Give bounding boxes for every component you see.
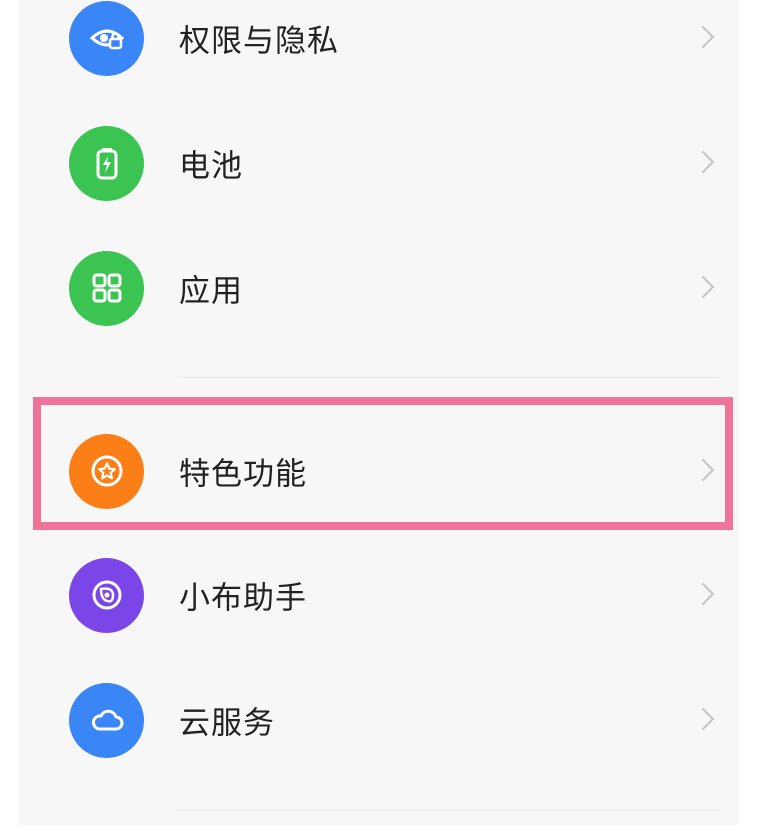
chevron-right-icon	[691, 707, 715, 731]
settings-item-label: 电池	[179, 148, 243, 185]
cloud-icon	[69, 682, 144, 758]
settings-item-label: 权限与隐私	[179, 23, 339, 60]
chevron-right-icon	[691, 275, 715, 299]
battery-icon	[69, 125, 144, 201]
apps-grid-icon	[69, 250, 144, 326]
section-divider	[179, 377, 719, 378]
chevron-right-icon	[691, 150, 715, 174]
settings-item-assistant[interactable]: 小布助手	[19, 540, 739, 650]
settings-item-label: 云服务	[179, 705, 275, 742]
settings-item-label: 应用	[179, 273, 243, 310]
settings-item-special-features[interactable]: 特色功能	[19, 416, 739, 526]
eye-lock-icon	[69, 0, 144, 76]
assistant-icon	[69, 557, 144, 633]
settings-list: 权限与隐私 电池 应用 特色功能 小布助手 云服务	[19, 0, 739, 825]
section-divider	[179, 810, 719, 811]
settings-item-cloud[interactable]: 云服务	[19, 665, 739, 775]
chevron-right-icon	[691, 582, 715, 606]
settings-item-apps[interactable]: 应用	[19, 233, 739, 343]
chevron-right-icon	[691, 25, 715, 49]
settings-item-label: 特色功能	[179, 456, 307, 493]
star-circle-icon	[69, 433, 144, 509]
settings-item-privacy[interactable]: 权限与隐私	[19, 0, 739, 93]
settings-item-label: 小布助手	[179, 580, 307, 617]
settings-item-battery[interactable]: 电池	[19, 108, 739, 218]
chevron-right-icon	[691, 458, 715, 482]
